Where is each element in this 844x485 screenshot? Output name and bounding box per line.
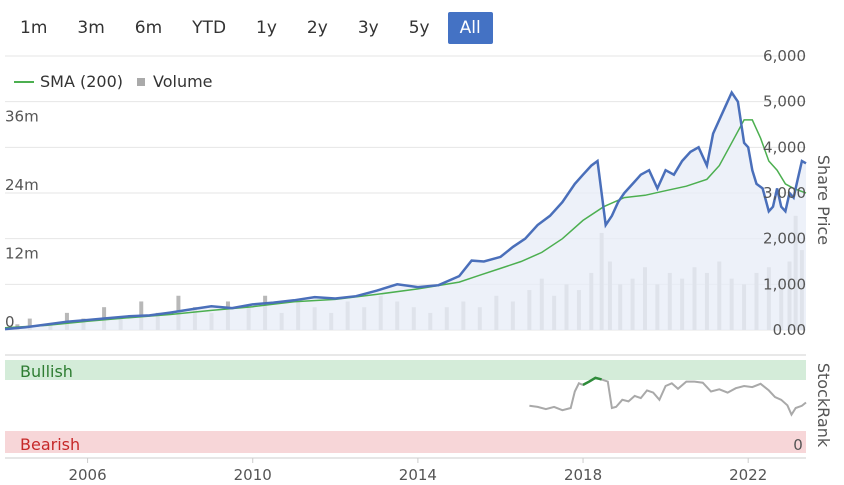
bearish-band	[5, 431, 806, 453]
price-tick-label: 3,000	[763, 184, 806, 202]
stockrank-line	[529, 376, 807, 417]
price-tick-label: 5,000	[763, 93, 806, 111]
price-tick-label: 2,000	[763, 230, 806, 248]
volume-tick-label: 0	[5, 313, 15, 331]
price-axis-title: Share Price	[814, 155, 833, 245]
stockrank-axis-title: StockRank	[814, 363, 833, 448]
bearish-label: Bearish	[20, 435, 80, 454]
stockrank-tick-label: 0	[793, 436, 803, 454]
stockrank-panel: Bullish Bearish 0 StockRank	[5, 354, 833, 454]
bullish-band	[5, 360, 806, 380]
x-tick-label: 2014	[399, 466, 437, 484]
x-tick-label: 2018	[564, 466, 602, 484]
x-axis: 2006 2010 2014 2018 2022	[5, 457, 806, 484]
price-area	[5, 92, 806, 330]
price-panel: 0.00 1,000 2,000 3,000 4,000 5,000 6,000 Share …	[4, 47, 833, 339]
x-tick-label: 2010	[234, 466, 272, 484]
price-tick-label: 6,000	[763, 47, 806, 65]
volume-tick-label: 24m	[5, 176, 39, 194]
x-tick-label: 2022	[729, 466, 767, 484]
volume-tick-label: 36m	[5, 108, 39, 126]
price-tick-label: 0.00	[773, 321, 806, 339]
volume-tick-label: 12m	[5, 245, 39, 263]
stock-chart: 0.00 1,000 2,000 3,000 4,000 5,000 6,000 Share …	[4, 47, 833, 484]
x-tick-label: 2006	[68, 466, 106, 484]
price-tick-label: 1,000	[763, 275, 806, 293]
bullish-label: Bullish	[20, 362, 73, 381]
price-tick-label: 4,000	[763, 138, 806, 156]
